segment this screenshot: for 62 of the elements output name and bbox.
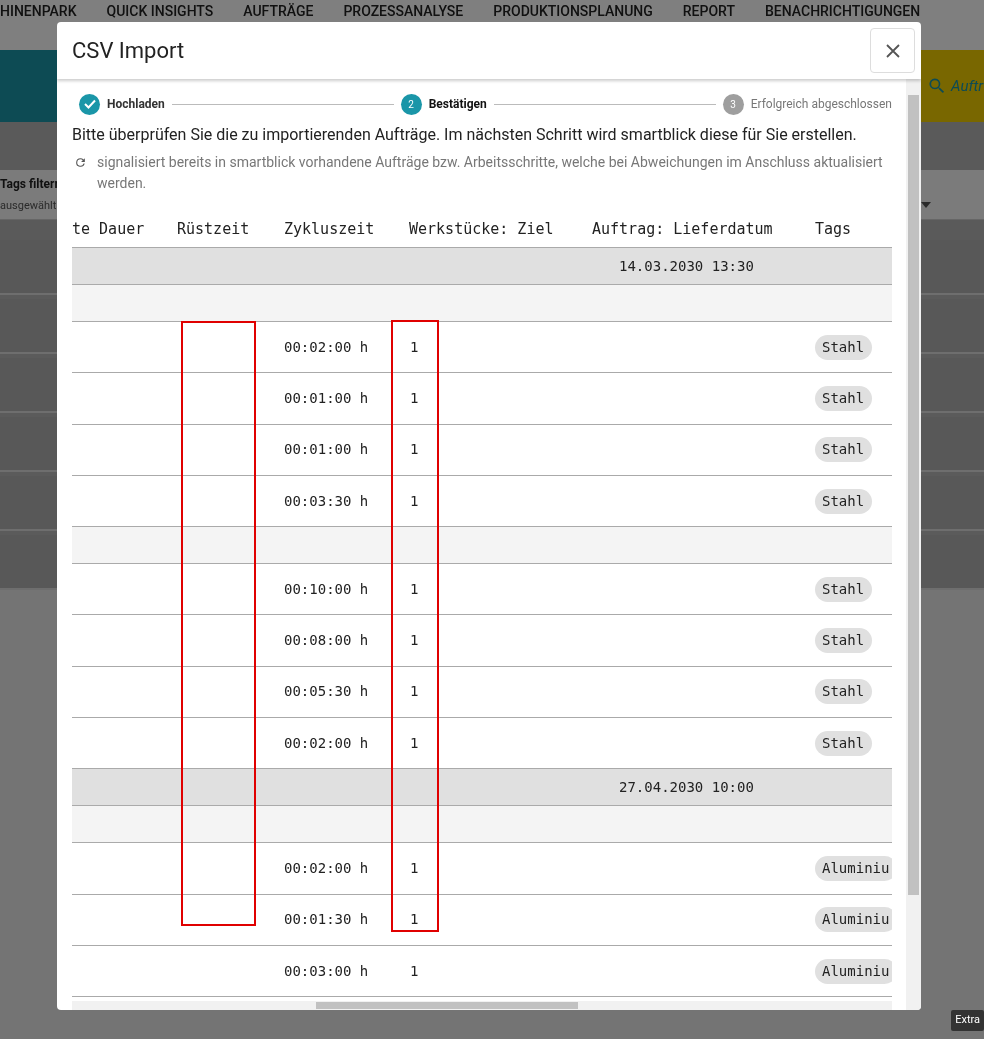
scrollbar-thumb[interactable] bbox=[316, 1002, 578, 1009]
filter-label: Tags filterr bbox=[0, 176, 59, 193]
date-cell-text: 27.04.2030 10:00 bbox=[619, 777, 754, 797]
column-header: Rüstzeit bbox=[177, 219, 251, 240]
tooltip: Extra bbox=[951, 1010, 984, 1031]
table-cell: 00:02:00 h bbox=[284, 338, 369, 355]
intro-text: Bitte überprüfen Sie die zu importierenden Aufträge. Im nächsten Schritt wird smartblick diese für Sie erstellen. bbox=[72, 125, 858, 145]
tag-chip: Aluminiu bbox=[815, 958, 892, 984]
table-cell: 1 bbox=[410, 860, 419, 876]
close-icon bbox=[885, 43, 900, 58]
table-cell: 00:01:00 h bbox=[284, 441, 369, 458]
vertical-scrollbar[interactable] bbox=[906, 79, 921, 1010]
step-indicator: 2 bbox=[400, 93, 422, 115]
table-cell: 1 bbox=[410, 441, 419, 458]
step-label: Hochladen bbox=[107, 96, 165, 113]
dropdown-caret-icon[interactable] bbox=[921, 202, 931, 208]
refresh-icon bbox=[74, 156, 87, 169]
tag-chip: Aluminiu bbox=[815, 907, 892, 933]
table-cell: 1 bbox=[410, 632, 419, 649]
date-cell-text: 14.03.2030 13:30 bbox=[619, 256, 754, 276]
table-cell: 00:05:30 h bbox=[284, 683, 369, 700]
table-cell: 1 bbox=[410, 492, 419, 509]
table-cell: 1 bbox=[410, 580, 419, 597]
tag-chip: Stahl bbox=[815, 437, 873, 463]
table-cell: 1 bbox=[410, 911, 419, 928]
tag-chip: Stahl bbox=[815, 679, 873, 705]
tag-chip: Stahl bbox=[815, 385, 873, 411]
table-cell: 1 bbox=[410, 338, 419, 355]
step-label: Erfolgreich abgeschlossen bbox=[750, 96, 892, 113]
close-button[interactable] bbox=[870, 28, 915, 73]
horizontal-scrollbar[interactable] bbox=[72, 1001, 892, 1010]
table-cell: 00:03:00 h bbox=[284, 962, 369, 979]
search-icon bbox=[927, 76, 947, 96]
table-cell: 00:03:30 h bbox=[284, 492, 369, 509]
step-label: Bestätigen bbox=[428, 96, 487, 113]
note-text: signalisiert bereits in smartblick vorhandene Aufträge bzw. Arbeitsschritte, welche bei Abweichungen im Anschluss aktualisiert werden. bbox=[97, 153, 884, 193]
check-icon bbox=[83, 99, 96, 109]
column-header: Auftrag: Lieferdatum bbox=[592, 219, 774, 240]
dialog-title: CSV Import bbox=[72, 37, 185, 65]
tag-chip: Stahl bbox=[815, 334, 873, 360]
tag-chip: Stahl bbox=[815, 730, 873, 756]
column-header: te Dauer bbox=[72, 219, 146, 240]
column-header: Tags bbox=[815, 219, 853, 240]
table-cell: 1 bbox=[410, 683, 419, 700]
scrollbar-thumb[interactable] bbox=[908, 95, 919, 895]
table-cell: 1 bbox=[410, 734, 419, 751]
tag-chip: Stahl bbox=[815, 576, 873, 602]
column-header: Zykluszeit bbox=[284, 219, 376, 240]
step-indicator: 3 bbox=[722, 93, 744, 115]
table-cell: 1 bbox=[410, 389, 419, 406]
column-header: Werkstücke: Ziel bbox=[409, 219, 555, 240]
filter-value: ausgewählt bbox=[0, 198, 57, 214]
tag-chip: Stahl bbox=[815, 488, 873, 514]
tag-chip: Aluminiu bbox=[815, 856, 892, 881]
table-cell: 00:01:30 h bbox=[284, 911, 369, 928]
table-cell: 00:10:00 h bbox=[284, 580, 369, 597]
table-cell: 00:01:00 h bbox=[284, 389, 369, 406]
table-cell: 00:08:00 h bbox=[284, 632, 369, 649]
table-cell: 00:02:00 h bbox=[284, 734, 369, 751]
tag-chip: Stahl bbox=[815, 628, 873, 654]
table-cell: 1 bbox=[410, 962, 419, 979]
table-cell: 00:02:00 h bbox=[284, 860, 369, 876]
